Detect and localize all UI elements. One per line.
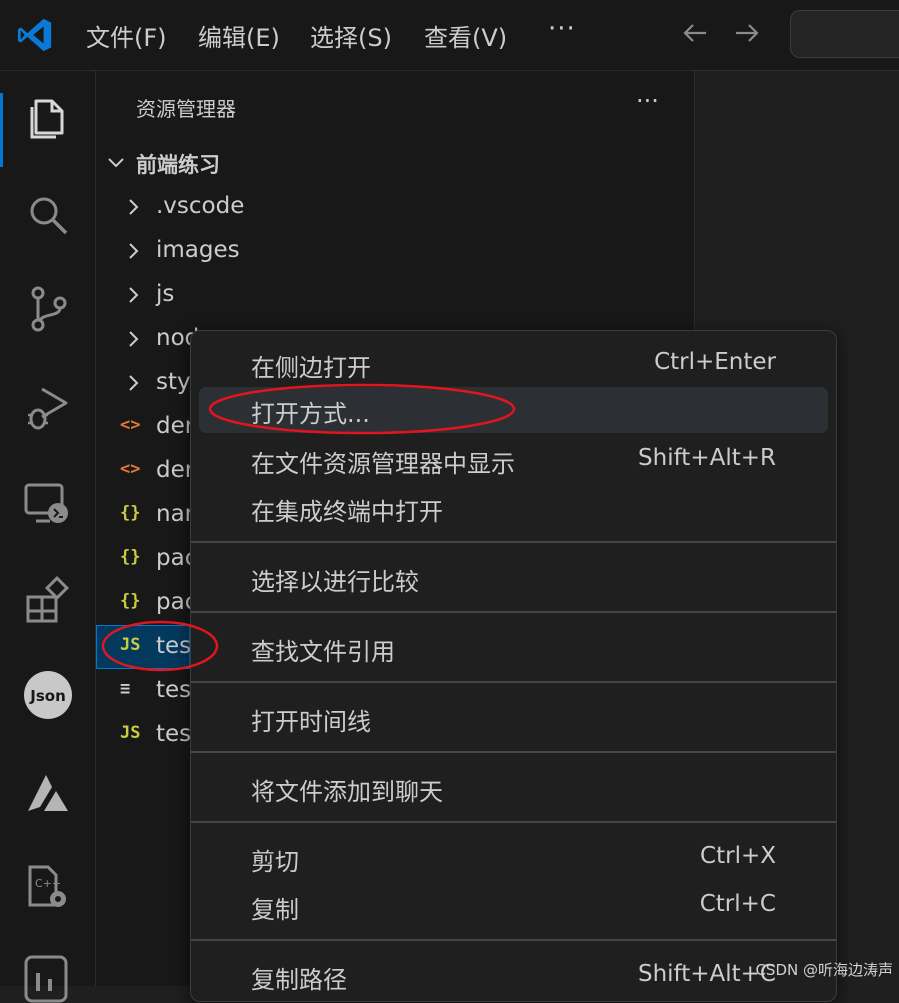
chevron-right-icon xyxy=(129,331,139,347)
text-file-icon: ≡ xyxy=(120,679,131,699)
back-arrow-icon[interactable] xyxy=(680,18,710,48)
menu-item-label: 在侧边打开 xyxy=(251,354,371,382)
settings-file-icon[interactable]: C++ xyxy=(22,861,74,913)
tree-item-label: tes xyxy=(156,677,192,703)
svg-text:C++: C++ xyxy=(35,877,61,890)
workspace-folder-label: 前端练习 xyxy=(136,153,220,177)
sidebar-title: 资源管理器 xyxy=(136,97,236,121)
menu-item-label: 复制 xyxy=(251,896,299,924)
context-menu: 在侧边打开 Ctrl+Enter 打开方式... 在文件资源管理器中显示 Shi… xyxy=(190,330,837,1002)
menu-item-select-for-compare[interactable]: 选择以进行比较 xyxy=(199,555,828,601)
menu-item-label: 复制路径 xyxy=(251,966,347,994)
json-file-icon: {} xyxy=(120,547,141,567)
menu-item-shortcut: Ctrl+C xyxy=(699,891,776,917)
active-indicator xyxy=(0,93,3,167)
js-file-icon: JS xyxy=(120,635,141,655)
menu-more-icon[interactable]: ··· xyxy=(548,14,576,44)
tree-item-folder[interactable]: images xyxy=(96,229,694,273)
remote-explorer-icon[interactable] xyxy=(22,479,74,531)
chevron-right-icon xyxy=(129,287,139,303)
js-file-icon: JS xyxy=(120,723,141,743)
workspace-folder[interactable]: 前端练习 xyxy=(96,141,694,185)
menu-item-shortcut: Ctrl+X xyxy=(700,843,776,869)
tree-item-label: nar xyxy=(156,501,195,527)
analytics-icon[interactable] xyxy=(22,951,74,1003)
menu-item-copy[interactable]: 复制 Ctrl+C xyxy=(199,883,828,929)
run-debug-icon[interactable] xyxy=(22,381,74,433)
tree-item-label: js xyxy=(156,281,175,307)
activity-bar: Json C++ xyxy=(0,71,96,1003)
tree-item-label: der xyxy=(156,413,195,439)
menu-item-reveal-in-explorer[interactable]: 在文件资源管理器中显示 Shift+Alt+R xyxy=(199,437,828,483)
menu-view[interactable]: 查看(V) xyxy=(424,18,507,53)
menu-separator xyxy=(191,821,836,823)
svg-text:Json: Json xyxy=(29,687,66,705)
menu-edit[interactable]: 编辑(E) xyxy=(198,18,280,53)
watermark: CSDN @听海边涛声 xyxy=(755,961,893,979)
tree-item-label: tes xyxy=(156,721,192,747)
chevron-right-icon xyxy=(129,199,139,215)
menu-item-open-timeline[interactable]: 打开时间线 xyxy=(199,695,828,741)
search-icon[interactable] xyxy=(22,189,74,241)
json-file-icon: {} xyxy=(120,503,141,523)
menu-item-label: 将文件添加到聊天 xyxy=(251,778,443,806)
json-icon[interactable]: Json xyxy=(22,669,74,721)
tree-item-folder[interactable]: .vscode xyxy=(96,185,694,229)
chevron-right-icon xyxy=(129,243,139,259)
menu-item-shortcut: Ctrl+Enter xyxy=(654,349,776,375)
tree-item-file-selected[interactable]: JS tes xyxy=(96,625,192,669)
menu-item-label: 选择以进行比较 xyxy=(251,568,419,596)
menu-item-label: 在集成终端中打开 xyxy=(251,498,443,526)
html-file-icon: <> xyxy=(120,459,141,479)
menu-item-open-to-side[interactable]: 在侧边打开 Ctrl+Enter xyxy=(199,341,828,387)
menu-item-label: 打开方式... xyxy=(251,400,370,428)
chevron-right-icon xyxy=(129,375,139,391)
sidebar-more-icon[interactable]: ··· xyxy=(636,87,659,115)
menu-item-cut[interactable]: 剪切 Ctrl+X xyxy=(199,835,828,881)
menu-separator xyxy=(191,611,836,613)
json-file-icon: {} xyxy=(120,591,141,611)
menu-item-open-in-terminal[interactable]: 在集成终端中打开 xyxy=(199,485,828,531)
tree-item-label: sty xyxy=(156,369,191,395)
menu-item-label: 打开时间线 xyxy=(251,708,371,736)
title-bar: 文件(F) 编辑(E) 选择(S) 查看(V) ··· xyxy=(0,0,899,71)
tree-item-label: tes xyxy=(156,633,192,659)
menu-item-copy-path[interactable]: 复制路径 Shift+Alt+C xyxy=(199,953,828,999)
menu-item-add-file-to-chat[interactable]: 将文件添加到聊天 xyxy=(199,765,828,811)
vscode-logo-icon xyxy=(17,18,52,52)
forward-arrow-icon[interactable] xyxy=(732,18,762,48)
menu-selection[interactable]: 选择(S) xyxy=(310,18,392,53)
menu-item-open-with[interactable]: 打开方式... xyxy=(199,387,828,433)
tree-item-label: .vscode xyxy=(156,193,245,219)
menu-separator xyxy=(191,541,836,543)
menu-file[interactable]: 文件(F) xyxy=(86,18,167,53)
menu-item-find-file-references[interactable]: 查找文件引用 xyxy=(199,625,828,671)
command-center-search[interactable] xyxy=(790,10,899,58)
menu-item-shortcut: Shift+Alt+R xyxy=(638,445,776,471)
chevron-down-icon xyxy=(108,158,124,168)
html-file-icon: <> xyxy=(120,415,141,435)
source-control-icon[interactable] xyxy=(22,283,74,335)
menu-item-label: 查找文件引用 xyxy=(251,638,395,666)
menu-item-label: 剪切 xyxy=(251,848,299,876)
tree-item-folder[interactable]: js xyxy=(96,273,694,317)
explorer-icon[interactable] xyxy=(22,91,74,143)
menu-separator xyxy=(191,939,836,941)
menu-item-label: 在文件资源管理器中显示 xyxy=(251,450,515,478)
menu-separator xyxy=(191,751,836,753)
menu-separator xyxy=(191,681,836,683)
tree-item-label: images xyxy=(156,237,240,263)
azure-icon[interactable] xyxy=(22,767,74,819)
extensions-icon[interactable] xyxy=(22,575,74,627)
tree-item-label: der xyxy=(156,457,195,483)
